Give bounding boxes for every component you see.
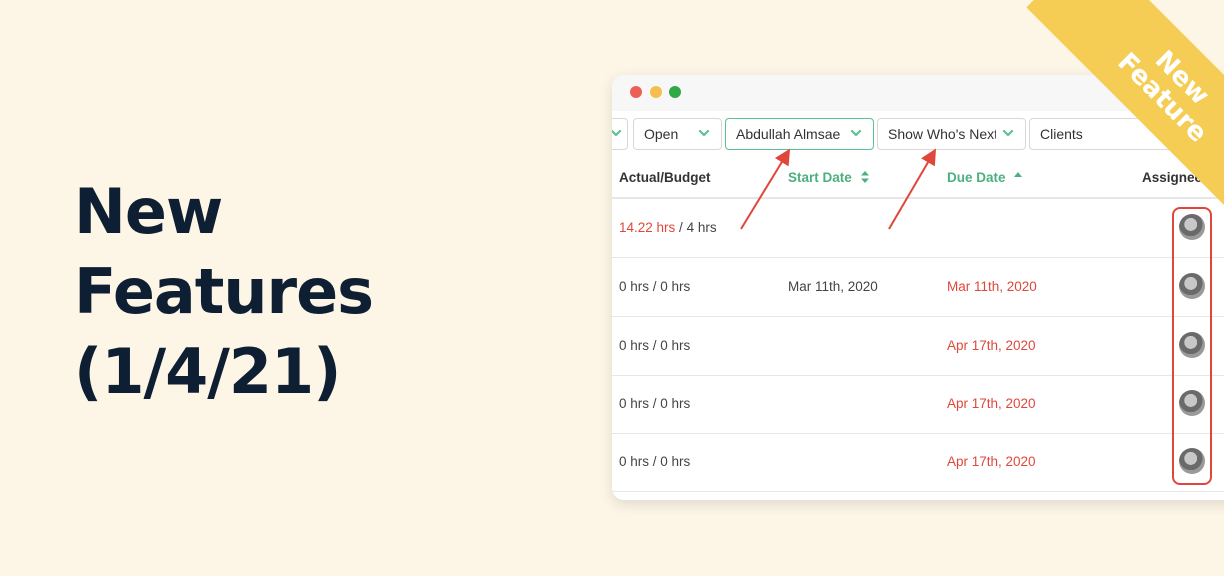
actual-budget-cell: 0 hrs / 0 hrs [619, 279, 691, 294]
actual-budget-cell: 14.22 hrs / 4 hrs [619, 220, 717, 235]
chevron-down-icon [697, 126, 711, 140]
start-date-label: Start Date [788, 170, 852, 185]
table-row[interactable]: 0 hrs / 0 hrs Mar 11th, 2020 Mar 11th, 2… [612, 258, 1224, 317]
assignee-filter-label: Abdullah Almsae [736, 126, 841, 142]
status-filter-label: Open [644, 126, 679, 142]
chevron-down-icon [612, 126, 623, 140]
sort-updown-icon [860, 171, 869, 183]
headline-line-1: New [74, 175, 223, 248]
minimize-window-dot[interactable] [650, 86, 662, 98]
actual-budget-cell: 0 hrs / 0 hrs [619, 454, 691, 469]
close-window-dot[interactable] [630, 86, 642, 98]
status-filter-dropdown[interactable]: Open [633, 118, 722, 150]
actual-hours: 0 hrs [619, 279, 650, 294]
due-date-cell: Mar 11th, 2020 [947, 279, 1037, 294]
due-date-cell: Apr 17th, 2020 [947, 454, 1036, 469]
actual-budget-cell: 0 hrs / 0 hrs [619, 396, 691, 411]
headline-line-2: Features [74, 255, 374, 328]
column-header-start-date[interactable]: Start Date [788, 170, 870, 185]
budget-hours: 4 hrs [686, 220, 717, 235]
chevron-down-icon [849, 126, 863, 140]
show-whos-next-label: Show Who's Next [888, 126, 996, 142]
actual-hours: 0 hrs [619, 338, 650, 353]
table-row[interactable]: 0 hrs / 0 hrs Apr 17th, 2020 [612, 433, 1224, 492]
maximize-window-dot[interactable] [669, 86, 681, 98]
actual-hours: 0 hrs [619, 396, 650, 411]
column-header-actual-budget[interactable]: Actual/Budget [619, 170, 711, 185]
assignee-filter-dropdown[interactable]: Abdullah Almsae [725, 118, 874, 150]
actual-hours: 14.22 hrs [619, 220, 676, 235]
assignees-highlight-box [1172, 207, 1212, 485]
new-feature-ribbon: New Feature [1004, 0, 1224, 220]
actual-hours: 0 hrs [619, 454, 650, 469]
budget-hours: 0 hrs [660, 338, 691, 353]
filter-dropdown-cutoff[interactable] [612, 118, 628, 150]
table-row[interactable]: 0 hrs / 0 hrs Apr 17th, 2020 [612, 375, 1224, 434]
actual-budget-cell: 0 hrs / 0 hrs [619, 338, 691, 353]
due-date-label: Due Date [947, 170, 1006, 185]
headline-line-3: (1/4/21) [74, 335, 342, 408]
table-row[interactable]: 0 hrs / 0 hrs Apr 17th, 2020 [612, 317, 1224, 376]
budget-hours: 0 hrs [660, 279, 691, 294]
budget-hours: 0 hrs [660, 454, 691, 469]
due-date-cell: Apr 17th, 2020 [947, 396, 1036, 411]
budget-hours: 0 hrs [660, 396, 691, 411]
due-date-cell: Apr 17th, 2020 [947, 338, 1036, 353]
start-date-cell: Mar 11th, 2020 [788, 279, 878, 294]
headline: New Features (1/4/21) [74, 172, 374, 412]
